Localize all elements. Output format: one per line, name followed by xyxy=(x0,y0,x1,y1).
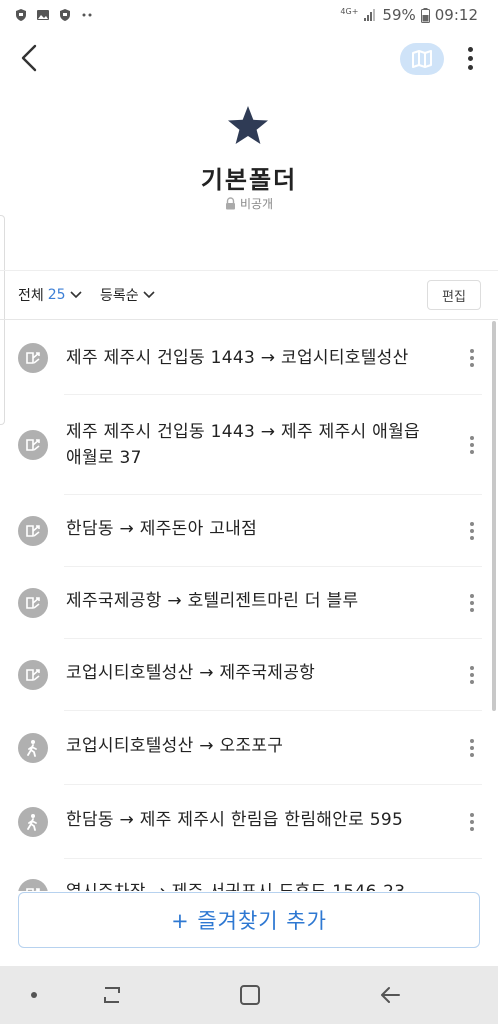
car-route-icon xyxy=(18,516,48,546)
chevron-left-icon xyxy=(21,44,37,72)
recent-apps-icon xyxy=(104,987,120,1003)
sort-order-label: 등록순 xyxy=(100,288,139,304)
route-text: 한담동 → 제주돈아 고내점 xyxy=(66,519,258,539)
map-icon xyxy=(412,50,432,68)
row-more-button[interactable] xyxy=(462,588,482,618)
car-route-icon xyxy=(18,430,48,460)
filter-all-label: 전체 xyxy=(18,288,44,304)
notification-icons xyxy=(14,8,94,22)
home-button[interactable] xyxy=(230,980,270,1010)
chevron-down-icon xyxy=(143,291,155,299)
car-route-icon xyxy=(18,343,48,373)
lock-icon xyxy=(225,197,235,210)
route-list: 제주 제주시 건입동 1443 → 코업시티호텔성산 제주 제주시 건입동 14… xyxy=(0,321,498,891)
clock: 09:12 xyxy=(434,6,478,24)
scrollbar[interactable] xyxy=(492,321,496,711)
signal-icon xyxy=(364,9,376,21)
navigation-bar xyxy=(0,966,498,1024)
star-icon xyxy=(228,106,268,144)
filter-all-dropdown[interactable]: 전체 25 xyxy=(18,285,82,305)
more-options-button[interactable] xyxy=(458,42,482,74)
chevron-down-icon xyxy=(70,291,82,299)
privacy-label: 비공개 xyxy=(239,197,274,211)
row-more-button[interactable] xyxy=(462,516,482,546)
row-more-button[interactable] xyxy=(462,660,482,690)
filter-count: 25 xyxy=(47,287,66,303)
sort-order-dropdown[interactable]: 등록순 xyxy=(100,285,155,305)
car-route-icon xyxy=(18,879,48,891)
route-row[interactable]: 제주 제주시 건입동 1443 → 제주 제주시 애월읍 애월로 37 xyxy=(0,395,490,495)
filter-bar: 전체 25 등록순 편집 xyxy=(0,270,498,320)
walk-route-icon xyxy=(18,807,48,837)
map-view-button[interactable] xyxy=(400,43,444,75)
car-route-icon xyxy=(18,588,48,618)
battery-percent: 59% xyxy=(382,6,416,24)
route-row[interactable]: 코업시티호텔성산 → 오조포구 xyxy=(0,711,490,785)
more-notifications-icon xyxy=(82,13,92,17)
row-more-button[interactable] xyxy=(462,343,482,373)
walk-route-icon xyxy=(18,733,48,763)
folder-privacy: 비공개 xyxy=(0,195,498,212)
shield-icon xyxy=(16,9,26,21)
edit-button[interactable]: 편집 xyxy=(427,280,481,310)
system-status: 4G+ 59% 09:12 xyxy=(340,6,478,24)
recent-apps-button[interactable] xyxy=(92,980,132,1010)
route-text: 제주 제주시 건입동 1443 → 제주 제주시 애월읍 애월로 37 xyxy=(66,422,420,468)
route-text: 코업시티호텔성산 → 제주국제공항 xyxy=(66,663,316,683)
row-more-button[interactable] xyxy=(462,807,482,837)
status-bar: 4G+ 59% 09:12 xyxy=(0,0,498,30)
shield-icon xyxy=(60,9,70,21)
gallery-icon xyxy=(37,10,49,20)
add-favorite-button[interactable]: + 즐겨찾기 추가 xyxy=(18,892,480,948)
more-vertical-icon xyxy=(467,46,473,52)
route-row[interactable]: 한담동 → 제주돈아 고내점 xyxy=(0,495,490,567)
folder-title: 기본폴더 xyxy=(200,166,298,194)
top-app-bar xyxy=(0,30,498,90)
car-route-icon xyxy=(18,660,48,690)
row-more-button[interactable] xyxy=(462,430,482,460)
dot-icon xyxy=(31,992,37,998)
route-text: 코업시티호텔성산 → 오조포구 xyxy=(66,736,284,756)
route-row[interactable]: 제주국제공항 → 호텔리젠트마린 더 블루 xyxy=(0,567,490,639)
route-text: 열시주차장 → 제주 서귀포시 도후도 1546-23 xyxy=(66,879,436,891)
nav-dot-button[interactable] xyxy=(14,980,54,1010)
route-row[interactable]: 제주 제주시 건입동 1443 → 코업시티호텔성산 xyxy=(0,321,490,395)
route-row[interactable]: 코업시티호텔성산 → 제주국제공항 xyxy=(0,639,490,711)
back-nav-button[interactable] xyxy=(370,980,410,1010)
back-button[interactable] xyxy=(14,42,44,74)
route-text: 제주 제주시 건입동 1443 → 코업시티호텔성산 xyxy=(66,348,409,368)
home-icon xyxy=(240,985,260,1005)
route-row[interactable]: 한담동 → 제주 제주시 한림읍 한림해안로 595 xyxy=(0,785,490,859)
row-more-button[interactable] xyxy=(462,733,482,763)
route-row[interactable]: 열시주차장 → 제주 서귀포시 도후도 1546-23 xyxy=(0,859,490,891)
route-text: 제주국제공항 → 호텔리젠트마린 더 블루 xyxy=(66,591,359,611)
back-arrow-icon xyxy=(381,987,400,1003)
network-type: 4G+ xyxy=(340,7,359,16)
battery-icon xyxy=(420,7,430,23)
route-text: 한담동 → 제주 제주시 한림읍 한림해안로 595 xyxy=(66,810,404,830)
